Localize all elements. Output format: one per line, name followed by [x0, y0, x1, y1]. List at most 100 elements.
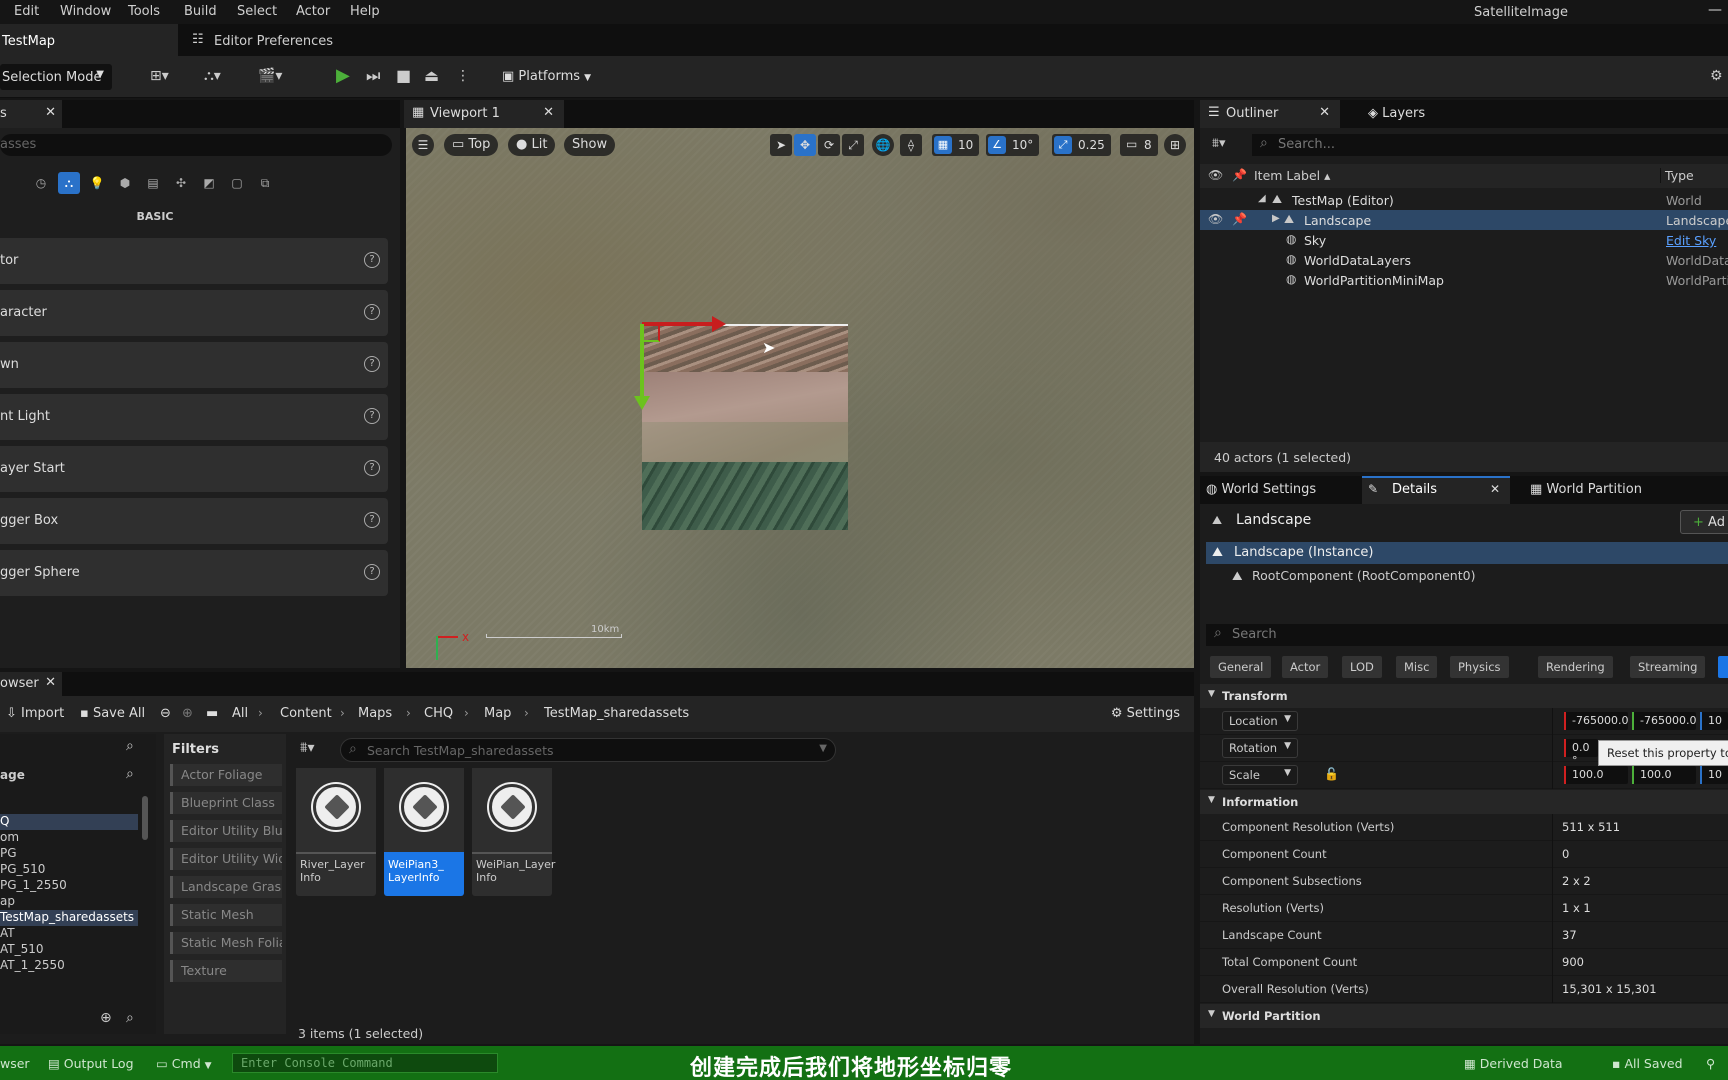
tab-editor-preferences[interactable]: ☷ Editor Preferences	[188, 24, 333, 56]
help-icon[interactable]: ?	[364, 304, 380, 320]
lit-button[interactable]: ● Lit	[508, 134, 556, 156]
help-icon[interactable]: ?	[364, 460, 380, 476]
actor-item[interactable]: ayer Start?	[0, 446, 388, 492]
component-instance-row[interactable]: ⛰ Landscape (Instance)	[1206, 542, 1728, 564]
shapes-icon[interactable]: ⬢	[114, 172, 136, 194]
tab-content-browser[interactable]: owser ✕	[0, 672, 62, 696]
location-z-input[interactable]: 10	[1700, 712, 1728, 730]
breadcrumb-sharedassets[interactable]: TestMap_sharedassets	[544, 706, 689, 721]
tree-row[interactable]: AT_1_2550	[0, 958, 138, 974]
menu-help[interactable]: Help	[350, 4, 380, 19]
cinematics-icon[interactable]: 🎬▾	[258, 68, 282, 84]
tab-world-settings[interactable]: ◍ World Settings	[1206, 482, 1316, 497]
minimize-icon[interactable]: —	[1708, 2, 1722, 18]
expand-arrow-icon[interactable]: ▶	[1272, 213, 1280, 224]
close-icon[interactable]: ✕	[45, 105, 56, 120]
selection-mode-dropdown[interactable]: Selection Mode ▼	[0, 64, 112, 90]
all-classes-icon[interactable]: ⧉	[254, 172, 276, 194]
tree-row-selected[interactable]: TestMap_sharedassets	[0, 910, 138, 926]
tree-header[interactable]: age	[0, 768, 138, 784]
root-component-row[interactable]: ⛰ RootComponent (RootComponent0)	[1232, 568, 1475, 583]
play-icon[interactable]: ▶	[336, 65, 350, 86]
cmd-dropdown[interactable]: ▭ Cmd ▼	[156, 1056, 212, 1071]
tree-row[interactable]: PG	[0, 846, 138, 862]
category-misc[interactable]: Misc	[1396, 656, 1438, 678]
outliner-row[interactable]: ◢ ⛰ TestMap (Editor) World	[1200, 190, 1728, 210]
column-item-label[interactable]: Item Label ▴	[1254, 168, 1330, 183]
eye-icon[interactable]: 👁	[1208, 212, 1223, 226]
close-icon[interactable]: ✕	[543, 105, 554, 120]
menu-build[interactable]: Build	[184, 4, 217, 19]
search-icon[interactable]: ⌕	[126, 738, 134, 754]
tree-row[interactable]: PG_1_2550	[0, 878, 138, 894]
stop-icon[interactable]: ■	[396, 66, 411, 85]
forward-icon[interactable]: ⊕	[182, 706, 193, 721]
volumes-icon[interactable]: ▢	[226, 172, 248, 194]
help-icon[interactable]: ?	[364, 408, 380, 424]
camera-speed-button[interactable]: ▭ 8	[1120, 134, 1158, 156]
rotation-x-input[interactable]: 0.0 °	[1564, 739, 1598, 767]
breadcrumb-chq[interactable]: CHQ	[424, 706, 453, 721]
breadcrumb-content[interactable]: Content	[280, 706, 332, 721]
filter-icon[interactable]: ⩩▾	[1212, 136, 1225, 151]
category-all[interactable]	[1718, 656, 1728, 678]
category-actor[interactable]: Actor	[1282, 656, 1329, 678]
import-button[interactable]: ⇩ Import	[6, 706, 64, 721]
layout-icon[interactable]: ⊞	[1164, 134, 1186, 156]
more-options-icon[interactable]: ⋮	[456, 68, 470, 84]
cinematic-icon[interactable]: ▤	[142, 172, 164, 194]
breadcrumb-all[interactable]: All	[232, 706, 248, 721]
filter-item[interactable]: Static Mesh	[170, 904, 282, 926]
tree-row[interactable]: AT_510	[0, 942, 138, 958]
location-y-input[interactable]: -765000.0	[1632, 712, 1696, 730]
pin-icon[interactable]: 📌	[1232, 212, 1247, 226]
help-icon[interactable]: ?	[364, 252, 380, 268]
tree-row[interactable]: ap	[0, 894, 138, 910]
outliner-row[interactable]: ◍ WorldPartitionMiniMap WorldPartit	[1200, 270, 1728, 290]
tab-layers[interactable]: ◈ Layers	[1368, 106, 1425, 121]
filter-item[interactable]: Editor Utility Wid	[170, 848, 282, 870]
tab-place-actors[interactable]: s ✕	[0, 100, 62, 128]
chevron-down-icon[interactable]: ▼	[819, 743, 827, 754]
filter-item[interactable]: Static Mesh Folia	[170, 932, 282, 954]
actor-item[interactable]: gger Box?	[0, 498, 388, 544]
close-icon[interactable]: ✕	[45, 675, 56, 690]
asset-tile[interactable]: WeiPian_Layer Info	[472, 768, 555, 896]
actor-item[interactable]: tor?	[0, 238, 388, 284]
filter-item[interactable]: Texture	[170, 960, 282, 982]
place-actors-search[interactable]: asses	[0, 134, 392, 156]
close-icon[interactable]: ✕	[1319, 105, 1330, 120]
tree-row[interactable]: AT	[0, 926, 138, 942]
scale-dropdown[interactable]: Scale ▼	[1222, 765, 1298, 785]
tab-world-partition[interactable]: ▦ World Partition	[1530, 482, 1642, 497]
help-icon[interactable]: ?	[364, 356, 380, 372]
menu-window[interactable]: Window	[60, 4, 111, 19]
filter-item[interactable]: Editor Utility Blue	[170, 820, 282, 842]
surface-snap-icon[interactable]: ⟠	[900, 134, 922, 156]
filter-icon[interactable]: ⩩▾	[300, 740, 315, 756]
menu-tools[interactable]: Tools	[128, 4, 160, 19]
menu-select[interactable]: Select	[237, 4, 277, 19]
tree-row[interactable]: om	[0, 830, 138, 846]
category-physics[interactable]: Physics	[1450, 656, 1509, 678]
asset-search-input[interactable]: ⌕ Search TestMap_sharedassets ▼	[340, 738, 836, 762]
column-type[interactable]: Type	[1660, 168, 1694, 183]
tree-row[interactable]: PG_510	[0, 862, 138, 878]
blueprint-icon[interactable]: ⛬▾	[204, 68, 221, 84]
output-log-button[interactable]: ▤ Output Log	[48, 1056, 134, 1071]
actor-item[interactable]: gger Sphere?	[0, 550, 388, 596]
gizmo-plane-handle[interactable]	[644, 326, 660, 342]
eject-icon[interactable]: ⏏	[424, 66, 439, 85]
search-icon[interactable]: ⌕	[126, 766, 134, 782]
tree-scrollbar[interactable]	[142, 796, 148, 840]
location-x-input[interactable]: -765000.0	[1564, 712, 1628, 730]
filter-item[interactable]: Blueprint Class	[170, 792, 282, 814]
lock-icon[interactable]: 🔓	[1324, 767, 1339, 781]
tab-outliner[interactable]: ☰ Outliner ✕	[1200, 100, 1340, 128]
outliner-row[interactable]: ◍ Sky Edit Sky	[1200, 230, 1728, 250]
category-rendering[interactable]: Rendering	[1538, 656, 1613, 678]
select-icon[interactable]: ➤	[770, 134, 792, 156]
category-lod[interactable]: LOD	[1342, 656, 1382, 678]
section-transform[interactable]: ▼ Transform	[1200, 684, 1728, 708]
edit-sky-link[interactable]: Edit Sky	[1666, 233, 1716, 248]
